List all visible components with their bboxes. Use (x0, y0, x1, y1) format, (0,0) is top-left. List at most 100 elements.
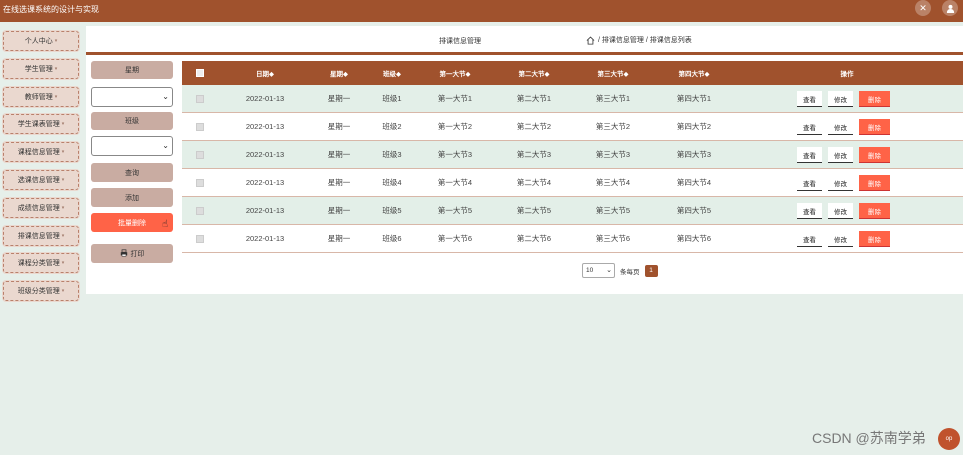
row-checkbox[interactable] (195, 113, 205, 140)
table-cell: 星期一 (327, 178, 351, 187)
table-cell: 第三大节6 (595, 234, 631, 243)
delete-button[interactable]: 删除 (859, 231, 890, 247)
column-header[interactable]: 第三大节◆ (578, 61, 648, 85)
column-header: 操作 (840, 71, 854, 78)
sidebar-item-label: 选课信息管理 (17, 176, 60, 184)
table-cell: 第一大节1 (437, 94, 473, 103)
filter-panel: 星期 ⌄ 班级 ⌄ 查询 添加 批量删除 ☝ 打印 (91, 61, 173, 263)
page-size-select[interactable]: 10 ⌄ (582, 263, 615, 278)
view-button[interactable]: 查看 (797, 119, 822, 135)
table-cell: 2022-01-13 (245, 94, 285, 103)
search-button[interactable]: 查询 (91, 163, 173, 182)
table-cell: 2022-01-13 (245, 206, 285, 215)
chevron-down-icon: ⌄ (162, 92, 169, 101)
table-cell: 2022-01-13 (245, 234, 285, 243)
table-cell: 星期一 (327, 150, 351, 159)
chevron-down-icon: ⌄ (162, 141, 169, 150)
edit-button[interactable]: 修改 (828, 147, 853, 163)
column-header[interactable]: 班级◆ (367, 61, 417, 85)
view-button[interactable]: 查看 (797, 231, 822, 247)
chevron-down-icon: ▾ (54, 38, 58, 44)
table-cell: 班级4 (382, 178, 402, 187)
table-cell: 第三大节5 (595, 206, 631, 215)
row-actions: 查看 修改 删除 (797, 91, 890, 107)
table-cell: 第一大节6 (437, 234, 473, 243)
column-header[interactable]: 日期◆ (225, 61, 305, 85)
column-header[interactable]: 第二大节◆ (494, 61, 574, 85)
view-button[interactable]: 查看 (797, 175, 822, 191)
row-actions: 查看 修改 删除 (797, 147, 890, 163)
table-cell: 第一大节4 (437, 178, 473, 187)
delete-button[interactable]: 删除 (859, 119, 890, 135)
table-cell: 第四大节1 (676, 94, 712, 103)
view-button[interactable]: 查看 (797, 91, 822, 107)
class-select[interactable]: ⌄ (91, 136, 173, 156)
table-cell: 第一大节5 (437, 206, 473, 215)
sidebar-item[interactable]: 学生课表管理 ▾ (3, 114, 79, 135)
home-icon[interactable] (586, 36, 595, 45)
table-row: 2022-01-13 星期一 班级1 第一大节1 第二大节1 第三大节1 第四大节1 查看 修改… (182, 85, 963, 113)
table-cell: 第三大节1 (595, 94, 631, 103)
top-bar: 在线选课系统的设计与实现 ✕ (0, 0, 963, 22)
print-button[interactable]: 打印 (91, 244, 173, 263)
weekday-label: 星期 (91, 61, 173, 79)
edit-button[interactable]: 修改 (828, 203, 853, 219)
sidebar-item[interactable]: 课程信息管理 ▾ (3, 142, 79, 163)
chevron-down-icon: ▾ (54, 93, 58, 100)
row-checkbox[interactable] (195, 141, 205, 168)
sidebar-item[interactable]: 课程分类管理 ▾ (3, 253, 79, 274)
table-header: 日期◆ 星期◆ 班级◆ 第一大节◆ 第二大节◆ 第三大节◆ 第四大节◆ 操作 (182, 61, 963, 85)
page-size-value: 10 (586, 267, 594, 274)
sidebar-item[interactable]: 学生管理 ▾ (3, 58, 79, 79)
edit-button[interactable]: 修改 (828, 231, 853, 247)
view-button[interactable]: 查看 (797, 203, 822, 219)
row-actions: 查看 修改 删除 (797, 119, 890, 135)
sidebar-item[interactable]: 排课信息管理 ▾ (3, 225, 79, 246)
sidebar-item-label: 学生管理 (24, 65, 53, 73)
row-checkbox[interactable] (195, 169, 205, 196)
sidebar-item-label: 教师管理 (24, 93, 53, 101)
sidebar-item[interactable]: 选课信息管理 ▾ (3, 169, 79, 190)
add-button[interactable]: 添加 (91, 188, 173, 207)
page-number-current[interactable]: 1 (644, 264, 658, 277)
row-checkbox[interactable] (195, 225, 205, 252)
column-header[interactable]: 第四大节◆ (654, 61, 734, 85)
sidebar-item-label: 学生课表管理 (17, 121, 60, 129)
chevron-down-icon: ▾ (54, 65, 58, 72)
edit-button[interactable]: 修改 (828, 175, 853, 191)
row-checkbox[interactable] (195, 85, 205, 112)
column-header[interactable]: 第一大节◆ (420, 61, 490, 85)
expand-icon[interactable]: ✕ (915, 0, 931, 16)
table-row: 2022-01-13 星期一 班级4 第一大节4 第二大节4 第三大节4 第四大节4 查看 修改… (182, 169, 963, 197)
table-cell: 班级6 (382, 234, 402, 243)
select-all-checkbox[interactable] (195, 61, 205, 85)
sidebar-item[interactable]: 个人中心 ▾ (3, 31, 79, 51)
row-checkbox[interactable] (195, 197, 205, 224)
sidebar: 个人中心 ▾ 学生管理 ▾ 教师管理 ▾ 学生课表管理 ▾ 课程信息管理 ▾ 选课信息管理 ▾ 成绩信息… (3, 31, 79, 309)
table-row: 2022-01-13 星期一 班级2 第一大节2 第二大节2 第三大节2 第四大节2 查看 修改… (182, 113, 963, 141)
delete-button[interactable]: 删除 (859, 147, 890, 163)
sidebar-item-label: 课程分类管理 (17, 260, 60, 268)
chevron-down-icon: ▾ (61, 149, 65, 156)
view-button[interactable]: 查看 (797, 147, 822, 163)
batch-delete-label: 批量删除 (118, 219, 146, 227)
table-cell: 班级2 (382, 122, 402, 131)
delete-button[interactable]: 删除 (859, 203, 890, 219)
chevron-down-icon: ▾ (61, 260, 65, 267)
batch-delete-button[interactable]: 批量删除 ☝ (91, 213, 173, 232)
user-icon[interactable] (942, 0, 958, 16)
column-header[interactable]: 星期◆ (304, 61, 374, 85)
print-label: 打印 (130, 250, 145, 258)
delete-button[interactable]: 删除 (859, 175, 890, 191)
table-row: 2022-01-13 星期一 班级3 第一大节3 第二大节3 第三大节3 第四大节3 查看 修改… (182, 141, 963, 169)
edit-button[interactable]: 修改 (828, 119, 853, 135)
edit-button[interactable]: 修改 (828, 91, 853, 107)
per-page-label: 条每页 (620, 268, 640, 276)
table-cell: 2022-01-13 (245, 150, 285, 159)
sidebar-item[interactable]: 成绩信息管理 ▾ (3, 197, 79, 218)
weekday-select[interactable]: ⌄ (91, 87, 173, 107)
sidebar-item[interactable]: 班级分类管理 ▾ (3, 281, 79, 302)
row-actions: 查看 修改 删除 (797, 231, 890, 247)
sidebar-item[interactable]: 教师管理 ▾ (3, 86, 79, 107)
delete-button[interactable]: 删除 (859, 91, 890, 107)
